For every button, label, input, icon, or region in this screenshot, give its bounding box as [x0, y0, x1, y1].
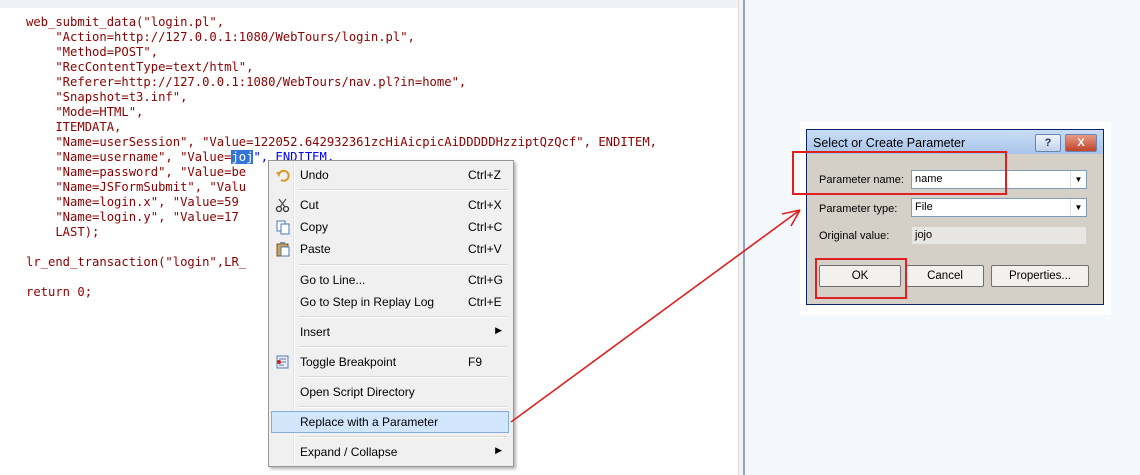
- annotation-arrow: [510, 209, 801, 423]
